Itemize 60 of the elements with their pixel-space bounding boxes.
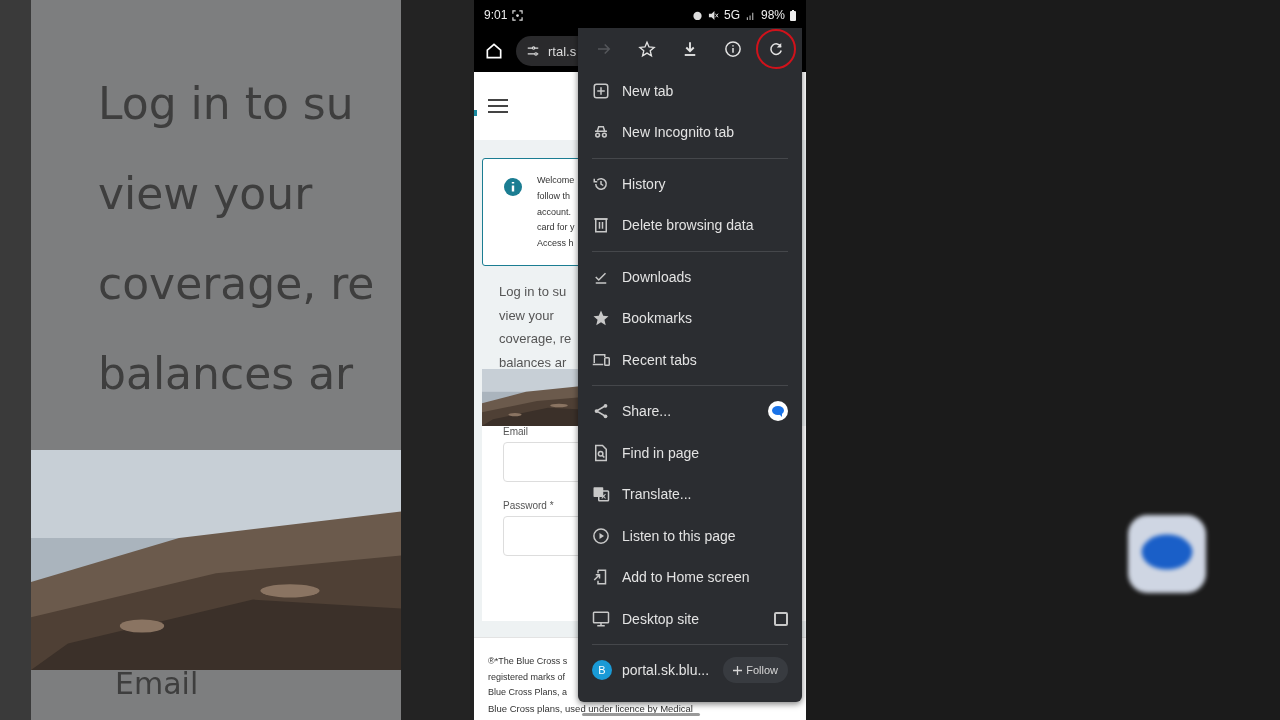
backdrop-text: view your <box>98 167 314 221</box>
battery-icon <box>790 9 796 21</box>
menu-item[interactable]: Share... <box>578 390 802 432</box>
tune-icon <box>526 44 540 58</box>
status-time: 9:01 <box>484 8 508 22</box>
info-icon <box>503 177 523 197</box>
info-text: card for y <box>537 221 575 235</box>
menu-item[interactable]: Delete browsing data <box>578 204 802 246</box>
menu-item[interactable]: Listen to this page <box>578 515 802 557</box>
site-name: portal.sk.blu... <box>622 662 711 678</box>
translate-icon <box>592 485 610 504</box>
footer-text: registered marks of <box>488 670 566 684</box>
info-icon <box>724 40 743 58</box>
menu-icon[interactable] <box>488 98 508 114</box>
trash-icon <box>592 216 610 235</box>
backdrop-text: balances ar <box>98 347 355 401</box>
star-icon <box>637 40 656 58</box>
info-text: Access h <box>537 237 574 251</box>
plus-icon <box>733 665 743 675</box>
menu-item[interactable]: Translate... <box>578 473 802 515</box>
footer-text: Blue Cross Plans, a <box>488 686 568 700</box>
password-label: Password * <box>503 500 555 512</box>
menu-item[interactable]: Recent tabs <box>578 339 802 381</box>
site-avatar: B <box>592 660 612 680</box>
plus-icon <box>592 81 610 100</box>
chat-bubble-icon[interactable] <box>768 401 788 422</box>
checkbox[interactable] <box>774 611 788 626</box>
intro-text: balances ar <box>499 353 567 372</box>
backdrop-text: coverage, re <box>98 257 376 311</box>
battery-percent: 98% <box>760 8 785 22</box>
backdrop-email-label: Email <box>115 666 199 701</box>
network-label: 5G <box>723 8 740 22</box>
home-icon[interactable] <box>484 41 504 61</box>
menu-item[interactable]: Desktop site <box>578 598 802 640</box>
info-text: Welcome <box>537 174 575 187</box>
monitor-icon <box>592 609 610 628</box>
email-label: Email <box>503 426 529 438</box>
menu-item[interactable]: Find in page <box>578 432 802 474</box>
menu-item[interactable]: Downloads <box>578 256 802 298</box>
star-icon <box>592 309 610 328</box>
chat-bubble-icon <box>1128 515 1206 593</box>
menu-item[interactable]: New Incognito tab <box>578 111 802 153</box>
refresh-button[interactable] <box>756 29 797 69</box>
mute-icon <box>707 9 719 21</box>
backdrop-text: Log in to su <box>98 77 355 131</box>
intro-text: view your <box>499 306 554 325</box>
footer-text: ®*The Blue Cross s <box>488 655 568 668</box>
info-text: account. <box>537 205 572 219</box>
play-icon <box>592 526 610 545</box>
menu-item[interactable]: New tab <box>578 70 802 112</box>
info-text: follow th <box>537 189 571 203</box>
menu-item[interactable]: Add to Home screen <box>578 556 802 598</box>
menu-item[interactable]: History <box>578 163 802 205</box>
find-icon <box>592 443 610 462</box>
screenshot-icon <box>512 9 524 21</box>
share-icon <box>592 402 610 421</box>
follow-button[interactable]: Follow <box>723 657 788 683</box>
intro-text: coverage, re <box>499 330 572 348</box>
menu-item[interactable]: Bookmarks <box>578 297 802 339</box>
intro-text: Log in to su <box>499 283 567 301</box>
